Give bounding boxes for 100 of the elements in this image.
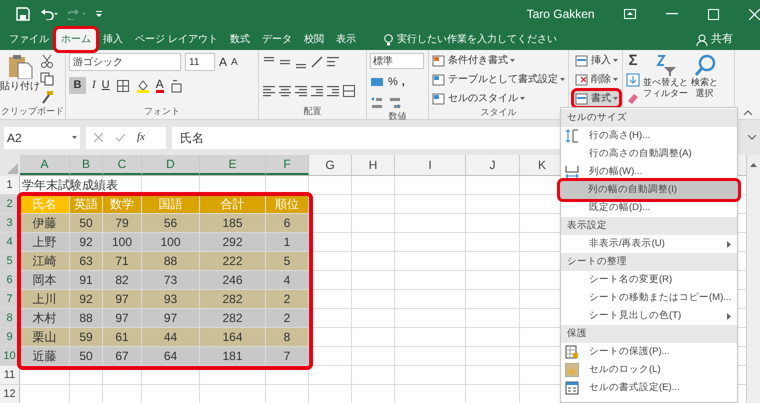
underline-button[interactable]: U (102, 77, 110, 94)
table-cell: 伊藤 (20, 214, 70, 232)
scissors-icon[interactable] (40, 54, 54, 68)
ribbon-tab[interactable]: 数式 (224, 29, 255, 50)
clipboard-icon (7, 53, 33, 79)
collapse-ribbon-icon[interactable] (744, 110, 752, 115)
font-size-field[interactable]: 11 (185, 53, 215, 71)
cells-button[interactable]: 削除 (574, 72, 619, 87)
font-name-field[interactable]: 游ゴシック (69, 53, 181, 71)
menu-item[interactable]: シート名の変更(R) (561, 271, 737, 289)
share-button[interactable]: 共有 (696, 29, 733, 50)
grow-font-button[interactable]: A (219, 53, 228, 71)
styles-button[interactable]: テーブルとして書式設定 (432, 72, 565, 87)
styles-button[interactable]: セルのスタイル (432, 91, 565, 106)
name-box[interactable]: A2 (4, 126, 80, 148)
sort-filter-button[interactable]: 並べ替えと フィルター (643, 53, 688, 105)
row-header[interactable]: 11 (0, 366, 20, 384)
menu-item[interactable]: 非表示/再表示(U) (561, 235, 737, 253)
table-cell: 88 (70, 309, 103, 327)
column-header[interactable]: G (309, 155, 352, 175)
menu-item[interactable]: セルの書式設定(E)... (561, 379, 737, 397)
insert-function-button[interactable]: fx (137, 129, 145, 146)
menu-item[interactable]: シートの移動またはコピー(M)... (561, 289, 737, 307)
fill-down-icon[interactable] (626, 73, 640, 87)
number-format-field[interactable]: 標準 (370, 53, 424, 69)
autosum-button[interactable]: Σ (626, 53, 640, 69)
menu-item[interactable]: シートの保護(P)... (561, 343, 737, 361)
close-icon[interactable] (749, 8, 760, 20)
orientation-icon[interactable] (310, 55, 324, 69)
column-header[interactable]: I (395, 155, 466, 175)
cells-button[interactable]: 挿入 (574, 53, 619, 68)
merge-cells-icon[interactable] (342, 84, 356, 98)
fill-color-icon[interactable] (136, 78, 150, 92)
maximize-icon[interactable] (708, 8, 719, 20)
menu-item[interactable]: 既定の幅(D)... (561, 199, 737, 217)
ribbon-tab[interactable]: ファイル (4, 29, 54, 50)
ribbon-tab[interactable]: ホーム (56, 29, 96, 50)
table-cell: 100 (142, 233, 200, 251)
expand-icon[interactable] (748, 135, 756, 140)
increase-decimal-icon[interactable] (370, 96, 384, 110)
wrap-text-icon[interactable] (326, 55, 340, 69)
column-header[interactable]: J (466, 155, 520, 175)
row-header[interactable]: 1 (0, 176, 20, 194)
customize-icon[interactable] (96, 10, 102, 18)
styles-button[interactable]: 条件付き書式 (432, 53, 565, 68)
scrollbar[interactable] (746, 155, 760, 403)
shrink-font-button[interactable]: A (231, 54, 238, 70)
ribbon-options-icon[interactable] (624, 9, 636, 19)
lightbulb-icon (384, 34, 393, 46)
align-left-icon[interactable] (262, 84, 276, 98)
table-cell: 185 (200, 214, 266, 232)
table-cell: 88 (142, 252, 200, 270)
copy-icon[interactable] (40, 72, 54, 86)
eraser-icon[interactable] (626, 91, 640, 105)
column-header[interactable]: B (70, 155, 103, 175)
menu-heading: 保護 (567, 326, 587, 341)
table-cell: 164 (200, 328, 266, 346)
column-header[interactable]: A (20, 155, 70, 175)
menu-item[interactable]: シート見出しの色(T) (561, 307, 737, 325)
table-cell: 92 (70, 290, 103, 308)
insert-cells-icon (575, 54, 589, 68)
percent-button[interactable]: % (388, 74, 398, 90)
header-cell: 合計 (200, 195, 266, 213)
ribbon-tab[interactable]: 校閲 (298, 29, 329, 50)
decrease-decimal-icon[interactable] (388, 96, 402, 110)
menu-item[interactable]: セルのロック(L) (561, 361, 737, 379)
borders-icon[interactable] (116, 78, 130, 92)
bold-button[interactable]: B (69, 77, 86, 94)
column-header[interactable]: F (266, 155, 309, 175)
ribbon-tab[interactable]: 表示 (330, 29, 361, 50)
column-header[interactable]: E (200, 155, 266, 175)
caret-icon (72, 136, 77, 139)
decrease-indent-icon[interactable] (310, 84, 324, 98)
align-center-icon[interactable] (278, 84, 292, 98)
ribbon-tab[interactable]: 挿入 (98, 29, 128, 50)
increase-indent-icon[interactable] (326, 84, 340, 98)
phonetic-icon[interactable] (170, 78, 184, 92)
table-cell: 246 (200, 271, 266, 289)
caret-icon (520, 97, 525, 100)
column-header[interactable]: C (103, 155, 142, 175)
comma-button[interactable]: , (402, 74, 405, 90)
font-color-button[interactable]: A (156, 78, 164, 93)
align-right-icon[interactable] (294, 84, 308, 98)
ribbon-tab[interactable]: データ (256, 29, 297, 50)
tell-me-field[interactable]: 実行したい作業を入力してください (397, 32, 557, 47)
column-header[interactable]: H (352, 155, 395, 175)
column-header[interactable]: D (142, 155, 200, 175)
row-header[interactable]: 12 (0, 385, 20, 403)
table-cell: 93 (142, 290, 200, 308)
italic-button[interactable]: I (92, 77, 96, 94)
minimize-icon[interactable] (666, 13, 678, 15)
scroll-up-icon[interactable] (750, 163, 757, 167)
cells-button[interactable]: 書式 (574, 91, 619, 106)
menu-item[interactable]: 列の幅の自動調整(I) (560, 181, 738, 199)
ribbon-tab[interactable]: ページ レイアウト (130, 29, 223, 50)
table-cell: 71 (103, 252, 142, 270)
find-select-button[interactable]: 検索と 選択 (691, 53, 718, 105)
format-painter-icon[interactable] (40, 90, 54, 104)
undo-icon[interactable] (40, 8, 58, 20)
save-icon[interactable] (16, 7, 30, 21)
